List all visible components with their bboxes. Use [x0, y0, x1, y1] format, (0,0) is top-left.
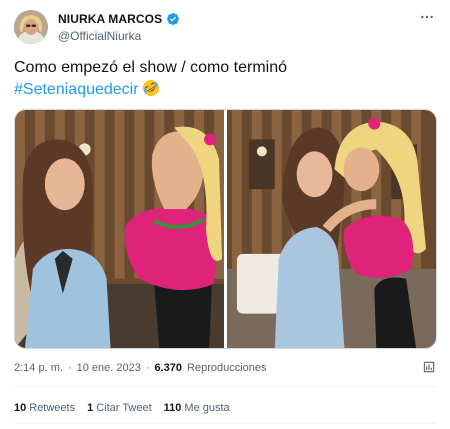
divider: [14, 423, 436, 424]
tweet-text-line: Como empezó el show / como terminó: [14, 59, 287, 76]
tweet-media: [14, 109, 437, 349]
quotes-label: Citar Tweet: [96, 402, 152, 414]
rolling-on-floor-laughing-emoji-icon: [142, 80, 159, 96]
display-name[interactable]: NIURKA MARCOS: [58, 12, 162, 26]
meta-separator: ·: [145, 362, 150, 374]
tweet-date[interactable]: 10 ene. 2023: [77, 362, 141, 374]
views-count: 6.370: [154, 362, 183, 374]
likes-label: Me gusta: [184, 402, 230, 414]
photo-right[interactable]: [227, 110, 436, 348]
tweet-hashtag-line: #Seteniaquedecir: [14, 79, 436, 101]
hashtag-link[interactable]: #Seteniaquedecir: [14, 81, 139, 98]
analytics-icon[interactable]: [422, 360, 436, 374]
meta-separator: ·: [67, 362, 72, 374]
author-handle[interactable]: @OfficialNiurka: [58, 29, 180, 43]
divider: [14, 386, 436, 387]
avatar[interactable]: [14, 10, 48, 44]
tweet-time[interactable]: 2:14 p. m.: [14, 362, 63, 374]
name-row: NIURKA MARCOS: [58, 12, 180, 26]
tweet-header: NIURKA MARCOS @OfficialNiurka: [14, 10, 438, 48]
author-names: NIURKA MARCOS @OfficialNiurka: [58, 12, 180, 43]
more-options-icon[interactable]: [418, 8, 436, 26]
views-label: Reproducciones: [187, 362, 267, 374]
photo-left[interactable]: [15, 110, 224, 348]
quotes-count: 1: [87, 402, 94, 414]
tweet-text: Como empezó el show / como terminó #Sete…: [14, 57, 436, 101]
likes-stat[interactable]: 110 Me gusta: [164, 402, 230, 414]
tweet-card: NIURKA MARCOS @OfficialNiurka Como empez…: [0, 0, 450, 429]
quotes-stat[interactable]: 1 Citar Tweet: [87, 402, 152, 414]
retweets-stat[interactable]: 10 Retweets: [14, 402, 75, 414]
verified-badge-icon: [167, 13, 180, 25]
retweets-count: 10: [14, 402, 27, 414]
tweet-stats: 10 Retweets 1 Citar Tweet 110 Me gusta: [14, 402, 230, 414]
tweet-meta: 2:14 p. m. · 10 ene. 2023 · 6.370 Reprod…: [14, 362, 267, 374]
retweets-label: Retweets: [29, 402, 76, 414]
likes-count: 110: [163, 402, 182, 414]
